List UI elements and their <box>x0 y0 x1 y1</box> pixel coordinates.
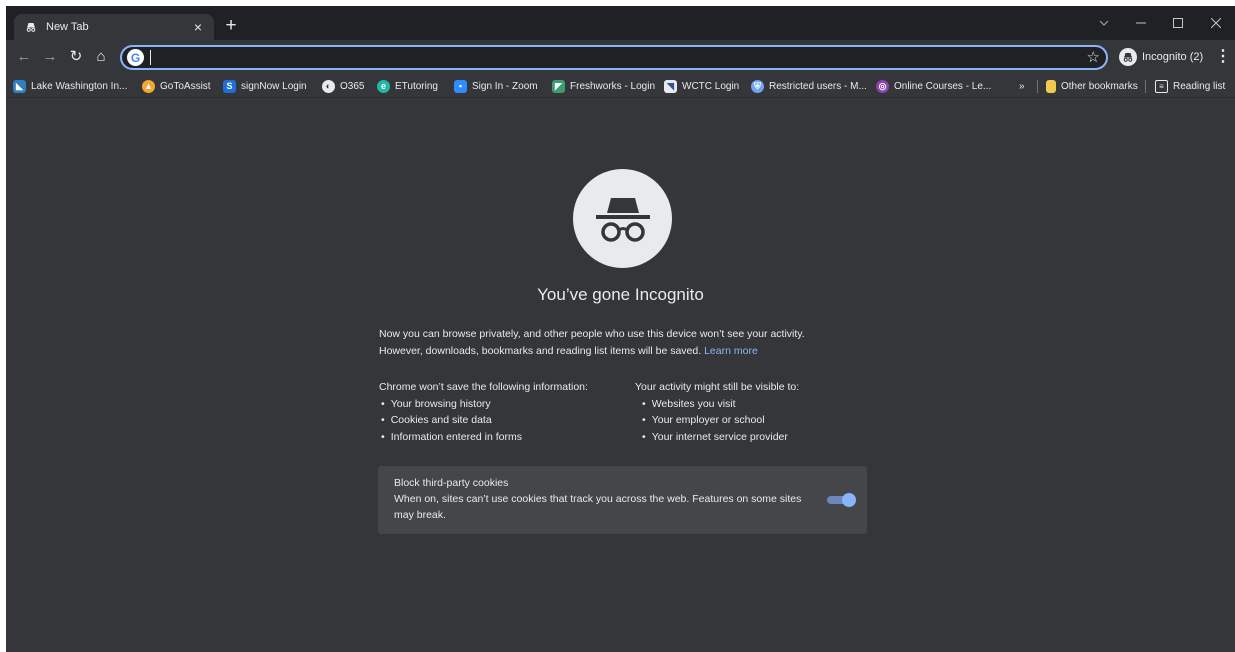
bookmark-wctc[interactable]: ◥ WCTC Login <box>664 77 739 95</box>
cookies-description: When on, sites can’t use cookies that tr… <box>394 493 802 521</box>
list-item: Your employer or school <box>640 412 799 429</box>
new-tab-button[interactable]: + <box>220 16 242 38</box>
globe-icon: ◐ <box>322 79 335 93</box>
bookmark-etutoring[interactable]: e ETutoring <box>377 77 438 95</box>
lake-washington-icon: ◣ <box>13 79 26 93</box>
reload-icon: ↻ <box>69 48 83 65</box>
toggle-knob <box>842 493 856 507</box>
third-party-cookies-card: Block third-party cookies When on, sites… <box>378 466 867 534</box>
incognito-icon <box>24 20 38 34</box>
incognito-ntp: You’ve gone Incognito Now you can browse… <box>6 98 1235 652</box>
reading-list-button[interactable]: ≡ Reading list <box>1155 77 1225 95</box>
shield-icon: ⛨ <box>751 79 764 93</box>
chevron-double-right-icon: » <box>1019 80 1025 92</box>
text-cursor <box>150 50 151 65</box>
home-button[interactable]: ⌂ <box>91 47 111 67</box>
bookmark-restricted-users[interactable]: ⛨ Restricted users - M... <box>751 77 867 95</box>
close-icon <box>1210 17 1222 29</box>
more-menu-icon[interactable]: ⋮ <box>1215 46 1231 68</box>
minimize-button[interactable] <box>1126 12 1156 34</box>
chevron-down-icon <box>1099 20 1109 26</box>
minimize-icon <box>1136 22 1146 24</box>
tab-search-button[interactable] <box>1089 12 1119 34</box>
address-bar[interactable]: G ☆ <box>120 45 1108 70</box>
bookmark-signnow[interactable]: S signNow Login <box>223 77 307 95</box>
not-saved-title: Chrome won’t save the following informat… <box>379 381 588 393</box>
incognito-hero-icon <box>573 169 672 268</box>
maximize-button[interactable] <box>1163 12 1193 34</box>
tab-title: New Tab <box>46 21 89 33</box>
back-button[interactable]: ← <box>14 47 34 67</box>
tab-new-tab[interactable]: New Tab × <box>14 14 214 40</box>
incognito-avatar-icon <box>1119 48 1137 66</box>
list-item: Your browsing history <box>379 396 588 413</box>
close-window-button[interactable] <box>1201 12 1231 34</box>
arrow-right-icon: → <box>42 48 58 65</box>
signnow-icon: S <box>223 79 236 93</box>
bookmark-online-courses[interactable]: ◎ Online Courses - Le... <box>876 77 991 95</box>
bookmark-label: Lake Washington In... <box>31 80 128 92</box>
bookmark-lake-washington[interactable]: ◣ Lake Washington In... <box>13 77 127 95</box>
still-visible-column: Your activity might still be visible to:… <box>635 379 799 445</box>
bookmark-gotoassist[interactable]: ▲ GoToAssist <box>142 77 211 95</box>
list-item: Information entered in forms <box>379 429 588 446</box>
bookmark-label: signNow Login <box>241 80 307 92</box>
incognito-profile-button[interactable]: Incognito (2) <box>1116 46 1210 68</box>
bookmark-label: Online Courses - Le... <box>894 80 992 92</box>
intro-line-1: Now you can browse privately, and other … <box>379 328 805 340</box>
toolbar: ← → ↻ ⌂ G ☆ Incognito (2) ⋮ <box>6 40 1235 74</box>
list-item: Websites you visit <box>640 396 799 413</box>
arrow-left-icon: ← <box>16 48 32 65</box>
bookmark-label: GoToAssist <box>160 80 211 92</box>
intro-text: Now you can browse privately, and other … <box>379 326 879 360</box>
intro-line-2-text: However, downloads, bookmarks and readin… <box>379 345 702 357</box>
block-cookies-toggle[interactable] <box>827 493 856 507</box>
bookmark-label: ETutoring <box>395 80 438 92</box>
wctc-icon: ◥ <box>664 79 677 93</box>
folder-icon <box>1046 79 1056 93</box>
bookmarks-overflow-button[interactable]: » <box>1019 77 1025 95</box>
reading-list-icon: ≡ <box>1155 79 1168 93</box>
maximize-icon <box>1173 18 1183 28</box>
incognito-label: Incognito (2) <box>1142 51 1204 63</box>
list-item: Cookies and site data <box>379 412 588 429</box>
reload-button[interactable]: ↻ <box>66 47 86 67</box>
bookmark-separator <box>1145 80 1146 93</box>
home-icon: ⌂ <box>96 48 106 65</box>
freshworks-icon: ◤ <box>552 79 565 93</box>
bookmark-o365[interactable]: ◐ O365 <box>322 77 364 95</box>
bookmark-label: Sign In - Zoom <box>472 80 538 92</box>
bookmark-label: Restricted users - M... <box>769 80 867 92</box>
list-item: Your internet service provider <box>640 429 799 446</box>
bookmark-zoom[interactable]: ▪ Sign In - Zoom <box>454 77 538 95</box>
forward-button[interactable]: → <box>40 47 60 67</box>
tab-strip: New Tab × + <box>6 6 1235 40</box>
page-title: You’ve gone Incognito <box>537 285 704 304</box>
bookmark-star-icon[interactable]: ☆ <box>1087 48 1100 66</box>
zoom-icon: ▪ <box>454 79 467 93</box>
still-visible-title: Your activity might still be visible to: <box>635 381 800 393</box>
browser-window: New Tab × + ← → ↻ ⌂ G ☆ Incognito (2) ⋮ … <box>6 6 1235 652</box>
google-icon: G <box>127 49 144 66</box>
bookmark-separator <box>1037 80 1038 93</box>
bookmarks-bar: ◣ Lake Washington In... ▲ GoToAssist S s… <box>6 74 1235 98</box>
tab-close-button[interactable]: × <box>190 19 206 35</box>
not-saved-column: Chrome won’t save the following informat… <box>379 379 588 445</box>
bookmark-freshworks[interactable]: ◤ Freshworks - Login <box>552 77 655 95</box>
reading-list-label: Reading list <box>1173 80 1226 92</box>
bookmark-label: O365 <box>340 80 365 92</box>
gotoassist-icon: ▲ <box>142 79 155 93</box>
cookies-title: Block third-party cookies <box>394 477 509 489</box>
etutoring-icon: e <box>377 79 390 93</box>
online-courses-icon: ◎ <box>876 79 889 93</box>
bookmark-label: Freshworks - Login <box>570 80 656 92</box>
other-bookmarks-label: Other bookmarks <box>1061 80 1138 92</box>
bookmark-label: WCTC Login <box>682 80 740 92</box>
intro-line-2: However, downloads, bookmarks and readin… <box>379 343 879 360</box>
learn-more-link[interactable]: Learn more <box>704 345 758 357</box>
other-bookmarks-button[interactable]: Other bookmarks <box>1046 77 1138 95</box>
